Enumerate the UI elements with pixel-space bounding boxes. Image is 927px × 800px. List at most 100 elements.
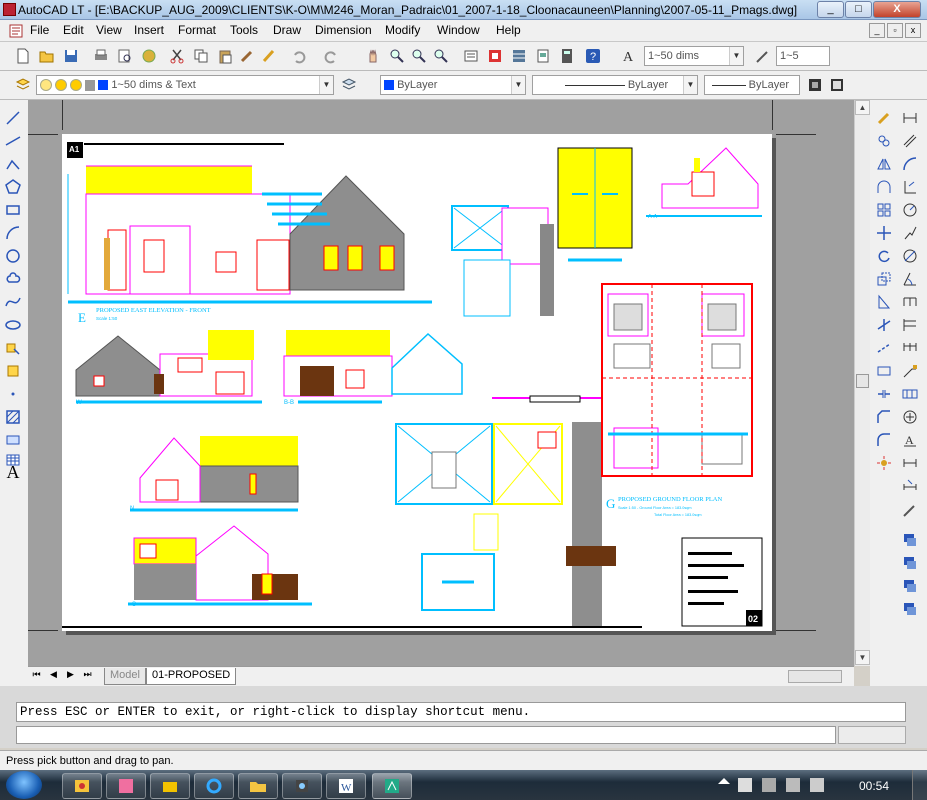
menu-file[interactable]: File [30, 23, 49, 37]
revision-cloud-icon[interactable] [3, 269, 23, 289]
doc-minimize-button[interactable]: _ [869, 23, 885, 38]
print-icon[interactable] [92, 47, 110, 65]
circle-icon[interactable] [3, 246, 23, 266]
save-icon[interactable] [62, 47, 80, 65]
paint-icon[interactable] [106, 773, 146, 799]
arc-icon[interactable] [3, 223, 23, 243]
tab-01-proposed[interactable]: 01-PROPOSED [146, 668, 237, 685]
dimension-update-icon[interactable] [900, 476, 920, 496]
minimize-button[interactable]: _ [817, 1, 844, 18]
cut-icon[interactable] [168, 47, 186, 65]
word-icon[interactable]: W [326, 773, 366, 799]
chevron-down-icon[interactable]: ▼ [319, 76, 333, 94]
hatch-icon[interactable] [3, 407, 23, 427]
jogged-icon[interactable] [900, 223, 920, 243]
network-icon[interactable] [786, 778, 800, 792]
scroll-down-arrow[interactable]: ▼ [855, 650, 870, 665]
array-icon[interactable] [874, 200, 894, 220]
folder-icon[interactable] [238, 773, 278, 799]
break-icon[interactable] [874, 361, 894, 381]
volume-icon[interactable] [810, 778, 824, 792]
start-orb-icon[interactable] [6, 771, 42, 799]
trim-icon[interactable] [874, 315, 894, 335]
quick-leader-icon[interactable] [900, 361, 920, 381]
erase-icon[interactable] [874, 108, 894, 128]
dimension-edit-icon[interactable] [900, 453, 920, 473]
chamfer-icon[interactable] [874, 407, 894, 427]
chevron-down-icon[interactable]: ▼ [729, 47, 743, 65]
redo-icon[interactable] [322, 47, 340, 65]
document-icon[interactable] [8, 23, 24, 39]
design-center-icon[interactable] [486, 47, 504, 65]
properties-icon[interactable] [462, 47, 480, 65]
maximize-button[interactable]: □ [845, 1, 872, 18]
outlook-icon[interactable] [62, 773, 102, 799]
layer-isolate-icon[interactable] [900, 576, 920, 596]
menu-help[interactable]: Help [496, 23, 521, 37]
open-icon[interactable] [38, 47, 56, 65]
tolerance-icon[interactable] [900, 384, 920, 404]
join-icon[interactable] [874, 384, 894, 404]
menu-window[interactable]: Window [437, 23, 480, 37]
scroll-up-arrow[interactable]: ▲ [855, 100, 870, 115]
explode-icon[interactable] [874, 453, 894, 473]
tab-model[interactable]: Model [104, 668, 146, 685]
menu-dimension[interactable]: Dimension [315, 23, 372, 37]
chevron-down-icon[interactable]: ▼ [683, 76, 697, 94]
menu-insert[interactable]: Insert [134, 23, 164, 37]
baseline-icon[interactable] [900, 315, 920, 335]
dimension-style-icon[interactable] [754, 47, 772, 65]
layer-select[interactable]: 1~50 dims & Text ▼ [36, 75, 334, 95]
offset-icon[interactable] [874, 177, 894, 197]
center-mark-icon[interactable] [900, 407, 920, 427]
menu-view[interactable]: View [96, 23, 122, 37]
spline-icon[interactable] [3, 292, 23, 312]
quickcalc-icon[interactable] [558, 47, 576, 65]
command-input[interactable] [16, 726, 836, 744]
insert-block-icon[interactable] [3, 338, 23, 358]
doc-close-button[interactable]: x [905, 23, 921, 38]
pan-icon[interactable] [364, 47, 382, 65]
first-tab-button[interactable]: ⏮ [30, 669, 43, 683]
region-icon[interactable] [3, 430, 23, 450]
paste-icon[interactable] [216, 47, 234, 65]
copy-icon[interactable] [192, 47, 210, 65]
clock[interactable]: 00:54 [859, 779, 889, 793]
vertical-scrollbar[interactable]: ▲ ▼ [854, 100, 870, 666]
continue-icon[interactable] [900, 338, 920, 358]
scale-select[interactable]: 1~5 [776, 46, 830, 66]
autocad-app-icon[interactable] [3, 3, 16, 16]
diameter-icon[interactable] [900, 246, 920, 266]
sheet-set-icon[interactable] [534, 47, 552, 65]
flag-icon[interactable] [738, 778, 752, 792]
help-icon[interactable]: ? [584, 47, 602, 65]
menu-tools[interactable]: Tools [230, 23, 258, 37]
doc-restore-button[interactable]: ▫ [887, 23, 903, 38]
block-editor-icon[interactable] [260, 47, 278, 65]
last-tab-button[interactable]: ⏭ [81, 669, 94, 683]
zoom-previous-icon[interactable] [432, 47, 450, 65]
ordinate-icon[interactable] [900, 177, 920, 197]
make-block-icon[interactable] [3, 361, 23, 381]
polyline-icon[interactable] [3, 154, 23, 174]
drawing-canvas[interactable]: A1 E PROPOSED EAST ELEVATION - FRONT Sca… [28, 100, 854, 666]
aligned-dimension-icon[interactable] [900, 131, 920, 151]
next-tab-button[interactable]: ▶ [64, 669, 77, 683]
zoom-window-icon[interactable] [410, 47, 428, 65]
move-icon[interactable] [874, 223, 894, 243]
stretch-icon[interactable] [874, 292, 894, 312]
dimstyle-select[interactable]: 1~50 dims ▼ [644, 46, 744, 66]
color-select[interactable]: ByLayer ▼ [380, 75, 526, 95]
text-style-icon[interactable]: A [620, 47, 638, 65]
scroll-thumb[interactable] [856, 374, 869, 388]
prev-tab-button[interactable]: ◀ [47, 669, 60, 683]
publish-icon[interactable] [140, 47, 158, 65]
point-icon[interactable] [3, 384, 23, 404]
menu-modify[interactable]: Modify [385, 23, 420, 37]
undo-icon[interactable] [290, 47, 308, 65]
layout-icon[interactable] [828, 76, 846, 94]
layer-manager-icon[interactable] [14, 76, 32, 94]
quick-dimension-icon[interactable] [900, 292, 920, 312]
polygon-icon[interactable] [3, 177, 23, 197]
rectangle-icon[interactable] [3, 200, 23, 220]
